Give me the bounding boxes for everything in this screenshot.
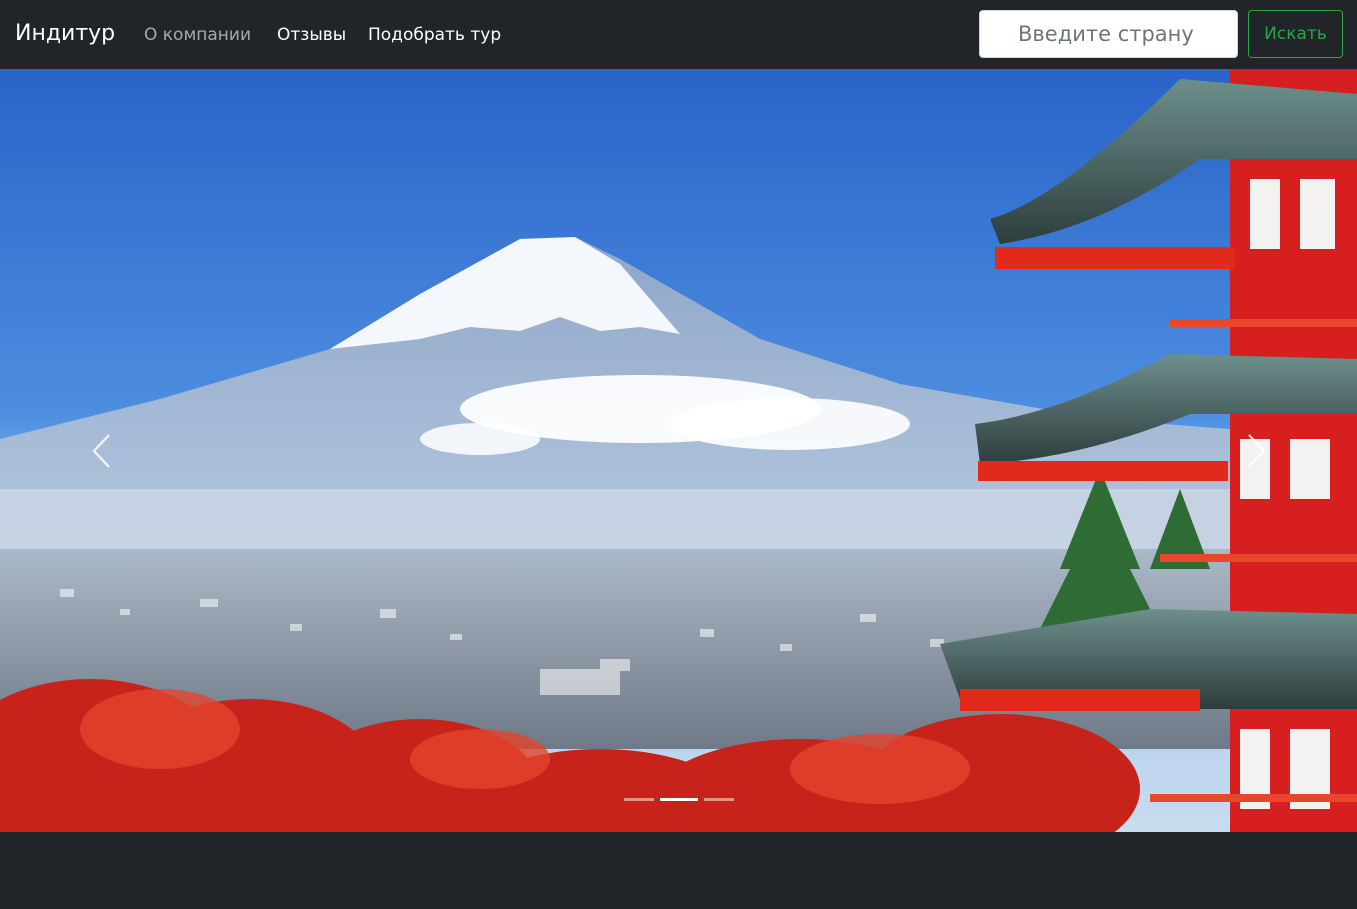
carousel-next-button[interactable] — [1154, 69, 1357, 832]
search-button[interactable]: Искать — [1248, 10, 1343, 58]
chevron-left-icon — [91, 433, 110, 468]
chevron-right-icon — [1247, 433, 1266, 468]
hero-carousel — [0, 69, 1357, 832]
carousel-indicator[interactable] — [703, 798, 734, 801]
carousel-indicator-active[interactable] — [659, 798, 698, 801]
carousel-indicators — [0, 798, 1357, 802]
nav-link-reviews[interactable]: Отзывы — [277, 23, 346, 47]
nav-link-pick-tour[interactable]: Подобрать тур — [368, 23, 501, 47]
country-search-input[interactable] — [979, 10, 1238, 58]
nav-link-about[interactable]: О компании — [144, 23, 251, 47]
brand-logo[interactable]: Индитур — [15, 19, 115, 49]
carousel-indicator[interactable] — [623, 798, 654, 801]
top-navbar: Индитур О компании Отзывы Подобрать тур … — [0, 0, 1357, 69]
page-bottom-area — [0, 832, 1357, 909]
carousel-prev-button[interactable] — [0, 69, 203, 832]
